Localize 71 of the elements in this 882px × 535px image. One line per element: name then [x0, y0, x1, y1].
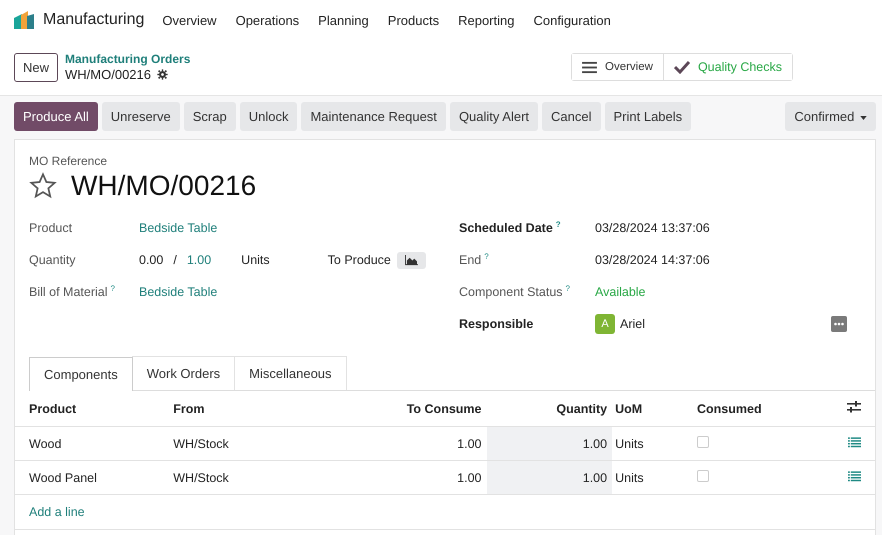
field-label: Responsible [459, 317, 534, 331]
field-label: Quantity [29, 253, 77, 267]
field-label: Bill of Material $^{?}$ [29, 284, 116, 300]
add-line-link[interactable]: Add a line [29, 505, 85, 519]
planned-quantity[interactable]: 1.00 [186, 253, 212, 267]
menu-item[interactable]: Operations [236, 12, 300, 28]
action-button[interactable]: Cancel [542, 102, 600, 131]
gear-icon[interactable] [157, 69, 168, 80]
unit-field[interactable]: Units [241, 253, 270, 267]
menu-item[interactable]: Overview [162, 12, 217, 28]
area-chart-icon[interactable] [396, 252, 426, 268]
menu-item[interactable]: Products [388, 12, 440, 28]
user-avatar: A [595, 314, 615, 334]
tab[interactable]: Miscellaneous [234, 356, 347, 390]
column-header[interactable]: To Consume [332, 391, 486, 426]
field-label: Scheduled Date $^{?}$ [459, 220, 562, 236]
menu-icon [582, 60, 597, 74]
table-cell: Wood Panel [15, 460, 160, 494]
list-icon[interactable] [848, 436, 861, 448]
column-header[interactable]: UoM [612, 391, 683, 426]
table-cell: Units [612, 460, 683, 494]
quantity-separator: / [173, 253, 177, 267]
user-name[interactable]: Ariel [620, 317, 646, 331]
date-field[interactable]: 03/28/2024 14:37:06 [595, 253, 710, 267]
check-icon [674, 60, 690, 74]
list-icon[interactable] [848, 470, 861, 482]
column-header[interactable]: From [159, 391, 332, 426]
action-button[interactable]: Quality Alert [450, 102, 538, 131]
field-label: End $^{?}$ [459, 252, 490, 268]
consumed-checkbox[interactable] [697, 436, 709, 448]
table-cell: Units [612, 426, 683, 460]
menu-item[interactable]: Reporting [458, 12, 514, 28]
quantity-cell[interactable]: 1.00 [486, 426, 612, 460]
product-link[interactable]: Bedside Table [139, 221, 218, 235]
menu-item[interactable]: Planning [318, 12, 369, 28]
new-button[interactable]: New [14, 52, 58, 82]
field-label: MO Reference [28, 154, 108, 168]
field-label: Component Status $^{?}$ [459, 284, 571, 300]
produced-quantity[interactable]: 0.00 [139, 253, 164, 267]
table-cell: 1.00 [332, 460, 486, 494]
consumed-checkbox[interactable] [697, 470, 709, 482]
action-button[interactable]: Produce All [14, 102, 98, 131]
date-field[interactable]: 03/28/2024 13:37:06 [595, 221, 710, 235]
action-button[interactable]: Scrap [184, 102, 236, 131]
field-label: Product [29, 221, 74, 235]
star-icon[interactable] [29, 172, 57, 200]
sliders-icon[interactable] [847, 401, 861, 413]
action-button[interactable]: Print Labels [604, 102, 692, 131]
bom-link[interactable]: Bedside Table [139, 285, 218, 299]
status-value: Available [595, 285, 646, 299]
table-cell: 1.00 [332, 426, 486, 460]
quantity-cell[interactable]: 1.00 [486, 460, 612, 494]
more-icon[interactable] [831, 316, 848, 332]
status-dropdown[interactable]: Confirmed [785, 102, 876, 131]
to-produce-label: To Produce [328, 253, 391, 267]
table-cell: Wood [15, 426, 160, 460]
app-logo-icon[interactable] [12, 10, 36, 30]
table-cell: WH/Stock [159, 426, 332, 460]
app-name[interactable]: Manufacturing [43, 11, 144, 29]
tab[interactable]: Components [29, 357, 133, 391]
column-header[interactable]: Product [15, 391, 160, 426]
action-button[interactable]: Maintenance Request [301, 102, 446, 131]
column-header[interactable]: Consumed [683, 391, 833, 426]
record-name: WH/MO/00216 [65, 67, 151, 82]
breadcrumb-link[interactable]: Manufacturing Orders [65, 52, 190, 66]
menu-item[interactable]: Configuration [533, 12, 611, 28]
action-button[interactable]: Unlock [240, 102, 298, 131]
table-cell: WH/Stock [159, 460, 332, 494]
record-title: WH/MO/00216 [71, 170, 256, 202]
action-button[interactable]: Unreserve [102, 102, 180, 131]
caret-icon [860, 116, 867, 120]
